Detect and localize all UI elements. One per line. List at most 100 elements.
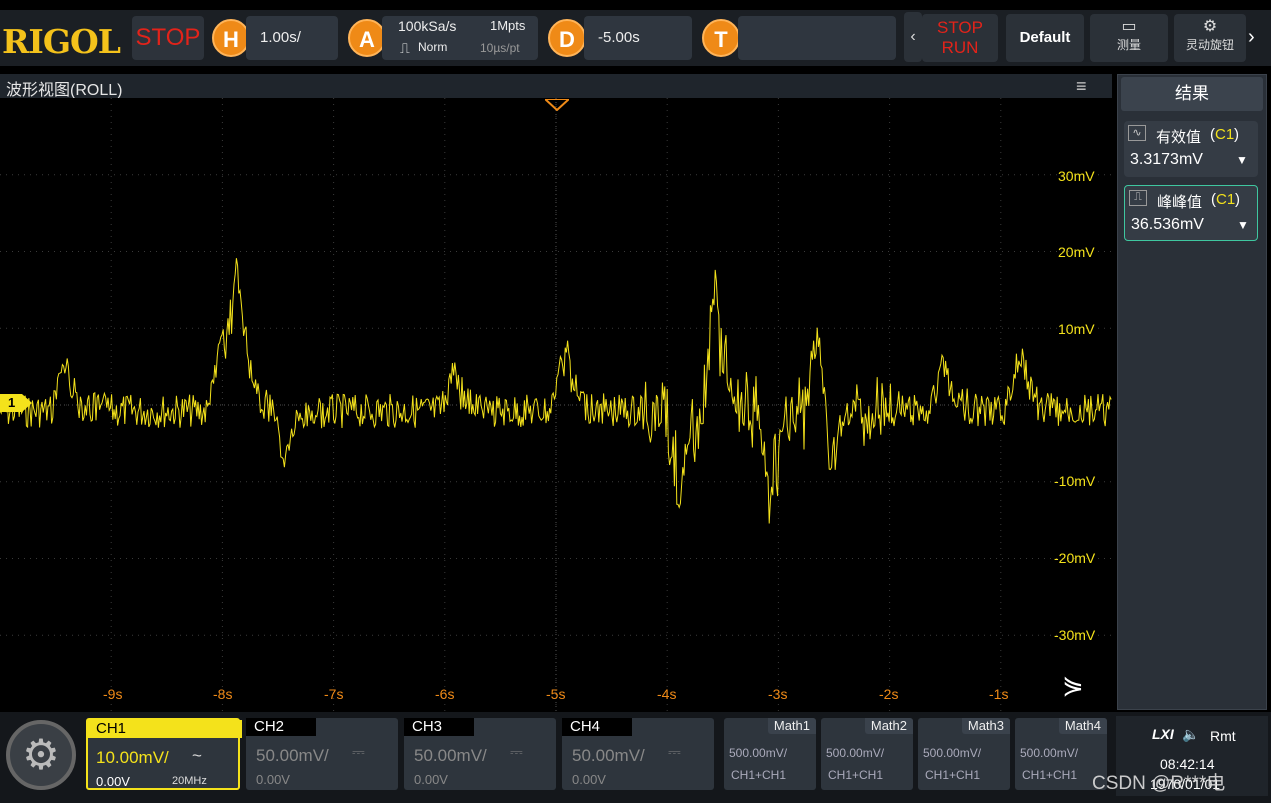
ch1-bandwidth: 20MHz bbox=[172, 775, 207, 787]
ch1-offset: 0.00V bbox=[96, 774, 130, 789]
ch3-panel[interactable]: CH3 50.00mV/ ⎓ 0.00V bbox=[404, 718, 556, 790]
toolbar-scroll-right-icon[interactable]: › bbox=[1248, 26, 1255, 49]
volt-label: -30mV bbox=[1054, 627, 1096, 643]
menu-icon[interactable]: ≡ bbox=[1076, 76, 1087, 97]
ch1-trace bbox=[0, 258, 1112, 524]
ch1-label: CH1 bbox=[88, 720, 242, 738]
math1-panel[interactable]: Math1 500.00mV/ CH1+CH1 bbox=[724, 718, 816, 790]
math4-source: CH1+CH1 bbox=[1022, 768, 1078, 782]
trigger-position-marker[interactable] bbox=[542, 98, 572, 116]
ac-coupling-icon: ~ bbox=[192, 746, 202, 765]
time-label: -5s bbox=[546, 686, 566, 702]
measure-label: 测量 bbox=[1116, 38, 1141, 52]
dc-coupling-icon: ⎓ bbox=[510, 744, 523, 761]
time-label: -2s bbox=[879, 686, 899, 702]
math3-scale: 500.00mV/ bbox=[923, 746, 982, 760]
acquire-key[interactable]: A bbox=[348, 19, 386, 57]
gear-icon: ⚙ bbox=[1202, 18, 1218, 35]
ruler-icon: ▭ bbox=[1121, 18, 1137, 35]
waveform-grid[interactable] bbox=[0, 98, 1112, 712]
time-label: -3s bbox=[768, 686, 788, 702]
ch2-label: CH2 bbox=[246, 718, 316, 736]
dc-coupling-icon: ⎓ bbox=[352, 744, 365, 761]
horizontal-key[interactable]: H bbox=[212, 19, 250, 57]
acquire-panel[interactable]: 100kSa/s 1Mpts ⎍ Norm 10µs/pt bbox=[382, 16, 538, 60]
dropdown-icon[interactable]: ▼ bbox=[1237, 218, 1249, 232]
knob-button[interactable]: ⚙ 灵动旋钮 bbox=[1174, 14, 1246, 62]
ch1-panel[interactable]: CH1 10.00mV/ ~ 0.00V 20MHz bbox=[86, 718, 242, 790]
math2-source: CH1+CH1 bbox=[828, 768, 884, 782]
trigger-key[interactable]: T bbox=[702, 19, 740, 57]
vpp-value: 36.536mV bbox=[1131, 216, 1204, 233]
time-label: -6s bbox=[435, 686, 455, 702]
ch1-scale: 10.00mV/ bbox=[96, 748, 169, 767]
vpp-source: C1 bbox=[1216, 191, 1236, 208]
result-card-rms[interactable]: ∿ 有效值 ( C1 ) 3.3173mV ▼ bbox=[1124, 121, 1258, 177]
ch3-offset: 0.00V bbox=[414, 772, 448, 787]
ch3-label: CH3 bbox=[404, 718, 474, 736]
pulse-icon: ⎍ bbox=[400, 40, 410, 56]
math3-label: Math3 bbox=[961, 718, 1010, 734]
time-label: -9s bbox=[103, 686, 123, 702]
acq-mode: Norm bbox=[418, 40, 448, 54]
ch1-offset-marker[interactable]: 1 bbox=[0, 394, 34, 412]
math4-label: Math4 bbox=[1058, 718, 1107, 734]
ch2-panel[interactable]: CH2 50.00mV/ ⎓ 0.00V bbox=[246, 718, 398, 790]
math1-source: CH1+CH1 bbox=[731, 768, 787, 782]
time-label: -7s bbox=[324, 686, 344, 702]
volt-label: -20mV bbox=[1054, 550, 1096, 566]
stop-run-button[interactable]: STOP RUN bbox=[922, 14, 998, 62]
delay-value[interactable]: -5.00s bbox=[584, 16, 692, 60]
toolbar-scroll-left-icon[interactable]: ‹ bbox=[904, 12, 922, 62]
volt-label: 10mV bbox=[1058, 321, 1095, 337]
run-status-indicator[interactable]: STOP bbox=[132, 16, 204, 60]
mute-icon[interactable]: 🔈 bbox=[1182, 726, 1199, 743]
waveform-header bbox=[0, 74, 1112, 98]
ch2-scale: 50.00mV/ bbox=[256, 746, 329, 765]
ch3-scale: 50.00mV/ bbox=[414, 746, 487, 765]
result-card-vpp[interactable]: ⎍ 峰峰值 ( C1 ) 36.536mV ▼ bbox=[1124, 185, 1258, 241]
waveform-canvas bbox=[0, 98, 1112, 712]
home-gear-icon[interactable]: ⚙ bbox=[6, 720, 76, 790]
watermark: CSDN @R***电 bbox=[1092, 773, 1226, 794]
default-button[interactable]: Default bbox=[1006, 14, 1084, 62]
dc-coupling-icon: ⎓ bbox=[668, 744, 681, 761]
ch1-marker-label: 1 bbox=[8, 395, 16, 410]
run-label: RUN bbox=[941, 38, 979, 57]
stop-label: STOP bbox=[937, 18, 983, 37]
ch4-scale: 50.00mV/ bbox=[572, 746, 645, 765]
ch4-panel[interactable]: CH4 50.00mV/ ⎓ 0.00V bbox=[562, 718, 714, 790]
math3-panel[interactable]: Math3 500.00mV/ CH1+CH1 bbox=[918, 718, 1010, 790]
volt-label: 20mV bbox=[1058, 244, 1095, 260]
collapse-menu-icon[interactable]: ⋟ bbox=[1062, 670, 1084, 701]
rms-source: C1 bbox=[1215, 126, 1235, 143]
volt-label: -10mV bbox=[1054, 473, 1096, 489]
knob-label: 灵动旋钮 bbox=[1185, 38, 1234, 52]
vpp-name: 峰峰值 bbox=[1157, 194, 1203, 211]
math2-panel[interactable]: Math2 500.00mV/ CH1+CH1 bbox=[821, 718, 913, 790]
dropdown-icon[interactable]: ▼ bbox=[1236, 153, 1248, 167]
waveform-view-title: 波形视图(ROLL) bbox=[6, 82, 123, 99]
remote-label: Rmt bbox=[1210, 728, 1236, 744]
ch4-label: CH4 bbox=[562, 718, 632, 736]
ch2-offset: 0.00V bbox=[256, 772, 290, 787]
results-title: 结果 bbox=[1121, 77, 1263, 111]
time-label: -8s bbox=[213, 686, 233, 702]
math2-label: Math2 bbox=[864, 718, 913, 734]
trigger-panel[interactable] bbox=[738, 16, 896, 60]
math1-scale: 500.00mV/ bbox=[729, 746, 788, 760]
rigol-logo: RIGOL bbox=[2, 22, 121, 61]
rms-value: 3.3173mV bbox=[1130, 151, 1203, 168]
timebase-value[interactable]: 1.00s/ bbox=[246, 16, 338, 60]
math4-scale: 500.00mV/ bbox=[1020, 746, 1079, 760]
delay-key[interactable]: D bbox=[548, 19, 586, 57]
measure-button[interactable]: ▭ 测量 bbox=[1090, 14, 1168, 62]
rms-name: 有效值 bbox=[1156, 129, 1202, 146]
math1-label: Math1 bbox=[767, 718, 816, 734]
rms-wave-icon: ∿ bbox=[1128, 125, 1146, 141]
math2-scale: 500.00mV/ bbox=[826, 746, 885, 760]
results-panel: 结果 ∿ 有效值 ( C1 ) 3.3173mV ▼ ⎍ 峰峰值 ( C1 ) … bbox=[1117, 74, 1267, 710]
time-per-point: 10µs/pt bbox=[480, 41, 520, 55]
pulse-icon: ⎍ bbox=[1129, 190, 1147, 206]
time-label: -4s bbox=[657, 686, 677, 702]
